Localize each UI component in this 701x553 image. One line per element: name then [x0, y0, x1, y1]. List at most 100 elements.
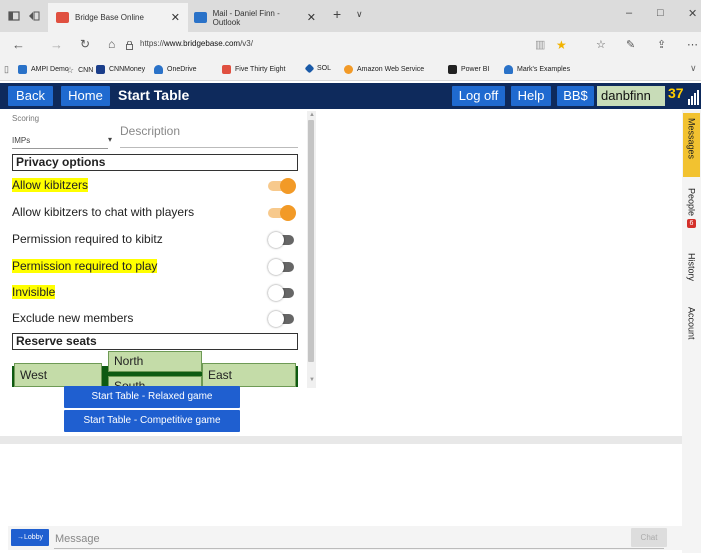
- message-underline: [54, 548, 664, 549]
- favorite-label: SOL: [317, 65, 332, 72]
- favorite-label: OneDrive: [167, 66, 197, 73]
- close-icon[interactable]: ✕: [171, 11, 180, 24]
- option-allow-kibitzers-chat: Allow kibitzers to chat with players: [12, 205, 195, 219]
- start-table-panel: Scoring IMPs ▾ Description Privacy optio…: [8, 111, 316, 387]
- favorite-link[interactable]: ☆ CNN: [66, 65, 93, 76]
- tab-actions-icon[interactable]: [8, 10, 20, 22]
- tab-title: Bridge Base Online: [75, 13, 144, 22]
- favorites-folder-icon[interactable]: ▯: [4, 64, 9, 75]
- toggle-invisible[interactable]: [268, 285, 296, 301]
- forward-arrow-icon[interactable]: →: [50, 37, 63, 52]
- favorite-link[interactable]: AMPI Demo: [18, 65, 69, 74]
- url-host: www.bridgebase.com: [164, 39, 241, 48]
- scrollbar-thumb[interactable]: [308, 120, 314, 362]
- set-aside-tabs-icon[interactable]: [28, 10, 40, 22]
- privacy-options-header: Privacy options: [12, 154, 298, 171]
- bbo-header: Back Home Start Table Log off Help BB$ d…: [0, 83, 701, 109]
- option-invisible: Invisible: [12, 285, 56, 299]
- share-icon[interactable]: ⇪: [657, 38, 666, 51]
- message-bar: [8, 526, 682, 550]
- option-allow-kibitzers: Allow kibitzers: [12, 178, 89, 192]
- cnnmoney-icon: [96, 65, 105, 74]
- seat-west[interactable]: West: [14, 363, 102, 387]
- reading-view-icon[interactable]: ▥: [535, 38, 545, 51]
- favorite-link[interactable]: Five Thirty Eight: [222, 65, 285, 74]
- window-close-icon[interactable]: ✕: [688, 7, 697, 20]
- signal-bars-icon: [688, 90, 699, 105]
- toggle-allow-kibitzers-chat[interactable]: [268, 205, 296, 221]
- lobby-target-button[interactable]: →Lobby: [11, 529, 49, 546]
- chevron-down-icon[interactable]: ∨: [690, 63, 697, 74]
- scoring-select[interactable]: IMPs: [12, 136, 30, 145]
- scroll-up-icon[interactable]: ▲: [309, 112, 315, 118]
- people-count-badge: 6: [687, 219, 696, 229]
- logoff-button[interactable]: Log off: [452, 86, 505, 106]
- description-input[interactable]: Description: [120, 124, 180, 138]
- new-tab-button[interactable]: +: [333, 6, 341, 22]
- start-relaxed-button[interactable]: Start Table - Relaxed game: [64, 386, 240, 408]
- toggle-exclude-new-members[interactable]: [268, 311, 296, 327]
- tab-bridge-base[interactable]: Bridge Base Online ✕: [48, 3, 188, 32]
- reserve-seats-header: Reserve seats: [12, 333, 298, 350]
- tab-messages[interactable]: Messages: [683, 113, 700, 177]
- bbdollars-button[interactable]: BB$: [557, 86, 594, 106]
- favorites-bar: ▯ AMPI Demo ☆ CNN CNNMoney OneDrive Five …: [0, 59, 701, 81]
- scroll-down-icon[interactable]: ▼: [309, 377, 315, 383]
- help-button[interactable]: Help: [511, 86, 551, 106]
- message-input[interactable]: Message: [55, 533, 100, 545]
- home-icon[interactable]: ⌂: [108, 37, 115, 51]
- seat-east[interactable]: East: [202, 363, 296, 387]
- option-exclude-new-members: Exclude new members: [12, 311, 134, 325]
- favorite-link[interactable]: Mark's Examples: [504, 65, 570, 74]
- start-competitive-button[interactable]: Start Table - Competitive game: [64, 410, 240, 432]
- marks-examples-icon: [504, 65, 513, 74]
- chat-send-button[interactable]: Chat: [631, 528, 667, 547]
- star-icon: ☆: [66, 65, 75, 75]
- url-scheme: https://: [140, 39, 165, 48]
- back-button[interactable]: Back: [8, 86, 53, 106]
- lock-icon: [126, 41, 133, 50]
- scoring-underline: [12, 148, 108, 149]
- favorite-link[interactable]: SOL: [304, 63, 332, 74]
- favorite-star-icon[interactable]: ★: [556, 38, 567, 52]
- refresh-icon[interactable]: ↻: [80, 37, 90, 51]
- favorite-link[interactable]: CNNMoney: [96, 65, 145, 74]
- aws-icon: [344, 65, 353, 74]
- page-title: Start Table: [118, 87, 190, 103]
- web-note-icon[interactable]: ✎: [626, 38, 635, 51]
- toggle-allow-kibitzers[interactable]: [268, 178, 296, 194]
- favorite-link[interactable]: Amazon Web Service: [344, 65, 424, 74]
- tab-title: Mail - Daniel Finn - Outlook: [212, 8, 280, 27]
- option-permission-play: Permission required to play: [12, 259, 158, 273]
- tab-people[interactable]: People 6: [683, 183, 700, 243]
- username-display[interactable]: danbfinn: [597, 86, 665, 106]
- favorite-label: CNN: [78, 67, 94, 74]
- powerbi-icon: [448, 65, 457, 74]
- tab-list-button[interactable]: ∨: [356, 9, 363, 20]
- toggle-permission-play[interactable]: [268, 259, 296, 275]
- url-path: /v3/: [240, 39, 253, 48]
- url-input[interactable]: https://www.bridgebase.com/v3/: [140, 39, 253, 48]
- address-bar: ← → ↻ ⌂ https://www.bridgebase.com/v3/ ▥…: [0, 32, 701, 59]
- favorites-hub-icon[interactable]: ☆: [596, 38, 606, 51]
- pane-divider[interactable]: [0, 436, 682, 444]
- close-icon[interactable]: ✕: [307, 11, 316, 24]
- tab-history[interactable]: History: [683, 248, 700, 298]
- maximize-icon[interactable]: □: [657, 7, 664, 19]
- tab-people-label: People: [686, 188, 697, 217]
- chat-area: [0, 444, 682, 524]
- home-button[interactable]: Home: [61, 86, 110, 106]
- outlook-favicon-icon: [194, 12, 207, 23]
- more-icon[interactable]: ⋯: [687, 38, 698, 51]
- minimize-icon[interactable]: –: [626, 7, 632, 19]
- seat-north[interactable]: North: [108, 351, 202, 372]
- caret-down-icon[interactable]: ▾: [108, 135, 112, 144]
- toggle-permission-kibitz[interactable]: [268, 232, 296, 248]
- favorite-label: CNNMoney: [109, 66, 146, 73]
- favorite-link[interactable]: OneDrive: [154, 65, 197, 74]
- sol-icon: [304, 63, 315, 74]
- back-arrow-icon[interactable]: ←: [12, 37, 25, 52]
- tab-outlook[interactable]: Mail - Daniel Finn - Outlook ✕: [190, 3, 320, 32]
- favorite-link[interactable]: Power BI: [448, 65, 489, 74]
- tab-account[interactable]: Account: [683, 302, 700, 362]
